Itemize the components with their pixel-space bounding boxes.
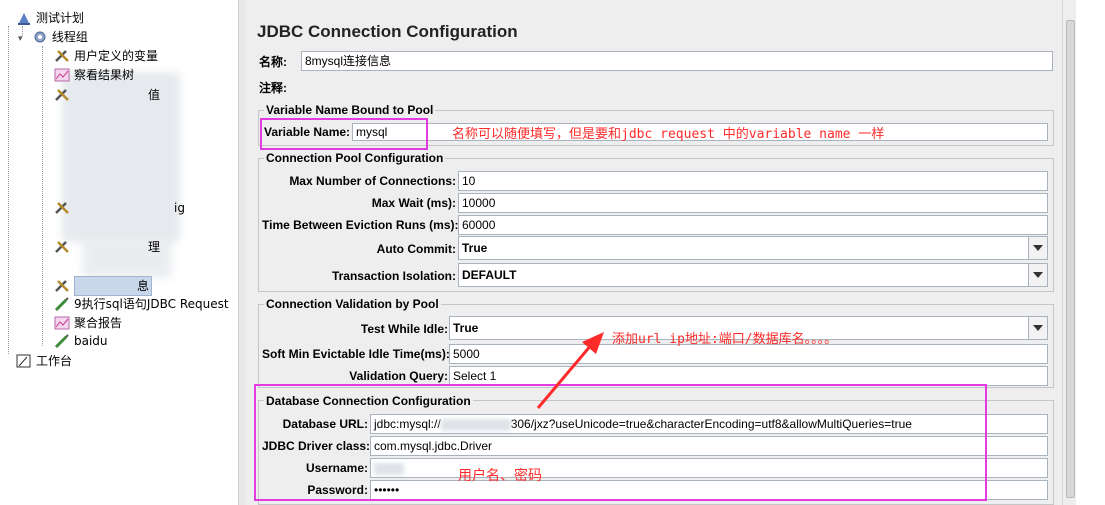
chevron-down-icon[interactable] [1028, 237, 1047, 259]
sampler-pencil-icon [54, 333, 70, 348]
tree-item-aggregate-report[interactable]: 聚合报告 [54, 314, 122, 332]
max-connections-field[interactable]: 10 [458, 171, 1048, 191]
validation-group-title: Connection Validation by Pool [264, 297, 441, 311]
max-wait-label: Max Wait (ms): [371, 196, 456, 210]
listener-chart-icon [54, 68, 70, 82]
chevron-down-icon[interactable] [1028, 264, 1047, 286]
wrench-icon [54, 88, 70, 102]
sampler-pencil-icon [54, 296, 70, 311]
scrollbar-thumb[interactable] [1066, 20, 1075, 498]
isolation-select[interactable]: DEFAULT [458, 263, 1048, 287]
variable-highlight-box [260, 118, 428, 150]
tree-item-baidu[interactable]: baidu [54, 332, 108, 350]
variable-note: 名称可以随便填写，但是要和jdbc request 中的variable nam… [452, 127, 885, 142]
auto-commit-label: Auto Commit: [376, 242, 456, 256]
comment-field[interactable] [297, 77, 1053, 97]
splitter[interactable] [238, 0, 246, 505]
tree-item-thread-group[interactable]: ▾ 线程组 [18, 28, 88, 46]
tree-item-config[interactable]: ig [54, 199, 185, 217]
tree-item-test-plan[interactable]: 测试计划 [16, 9, 84, 27]
max-wait-field[interactable]: 10000 [458, 193, 1048, 213]
isolation-label: Transaction Isolation: [331, 269, 456, 283]
name-label: 名称: [259, 55, 287, 69]
window-edge [1076, 0, 1105, 505]
database-highlight-box [254, 384, 987, 501]
test-plan-tree: 测试计划 ▾ 线程组 用户定义的变量 察看结果树 值 ig 理 息 9执行sql… [0, 0, 239, 505]
comment-label: 注释: [259, 81, 287, 95]
max-connections-label: Max Number of Connections: [289, 174, 456, 188]
listener-chart-icon [54, 316, 70, 330]
annotation-arrow [536, 332, 604, 409]
eviction-runs-field[interactable]: 60000 [458, 215, 1048, 235]
wrench-icon [54, 201, 70, 215]
wrench-icon [54, 49, 70, 63]
pool-group-title: Connection Pool Configuration [264, 151, 446, 165]
tree-item-jdbc-request[interactable]: 9执行sql语句JDBC Request [54, 295, 229, 313]
soft-min-label: Soft Min Evictable Idle Time(ms): [262, 347, 450, 361]
auto-commit-select[interactable]: True [458, 236, 1048, 260]
tree-item-workbench[interactable]: 工作台 [16, 352, 72, 370]
gear-icon [32, 30, 48, 44]
collapse-toggle-icon[interactable]: ▾ [18, 30, 28, 48]
credential-note: 用户名、密码 [458, 468, 542, 484]
eviction-runs-label: Time Between Eviction Runs (ms): [262, 218, 459, 232]
page-title: JDBC Connection Configuration [257, 22, 518, 41]
tree-item-jdbc-config-selected[interactable]: 息 [54, 276, 153, 296]
wrench-icon [54, 279, 70, 293]
wrench-icon [54, 240, 70, 254]
tree-connector [42, 46, 43, 346]
test-idle-label: Test While Idle: [360, 322, 448, 336]
variable-group-title: Variable Name Bound to Pool [264, 103, 436, 117]
url-note: 添加url ip地址:端口/数据库名。。。。 [612, 332, 838, 347]
tree-item-user-vars[interactable]: 用户定义的变量 [54, 47, 158, 65]
tree-item-manager[interactable]: 理 [54, 238, 160, 256]
name-field[interactable]: 8mysql连接信息 [301, 51, 1053, 71]
validation-query-label: Validation Query: [349, 369, 448, 383]
test-plan-icon [16, 11, 32, 25]
tree-item-results-tree[interactable]: 察看结果树 [54, 66, 134, 84]
tree-item-redacted[interactable]: 值 [54, 86, 160, 104]
arrow-shaft [536, 343, 594, 409]
workbench-icon [16, 354, 32, 368]
chevron-down-icon[interactable] [1028, 317, 1047, 339]
tree-connector [8, 26, 9, 354]
